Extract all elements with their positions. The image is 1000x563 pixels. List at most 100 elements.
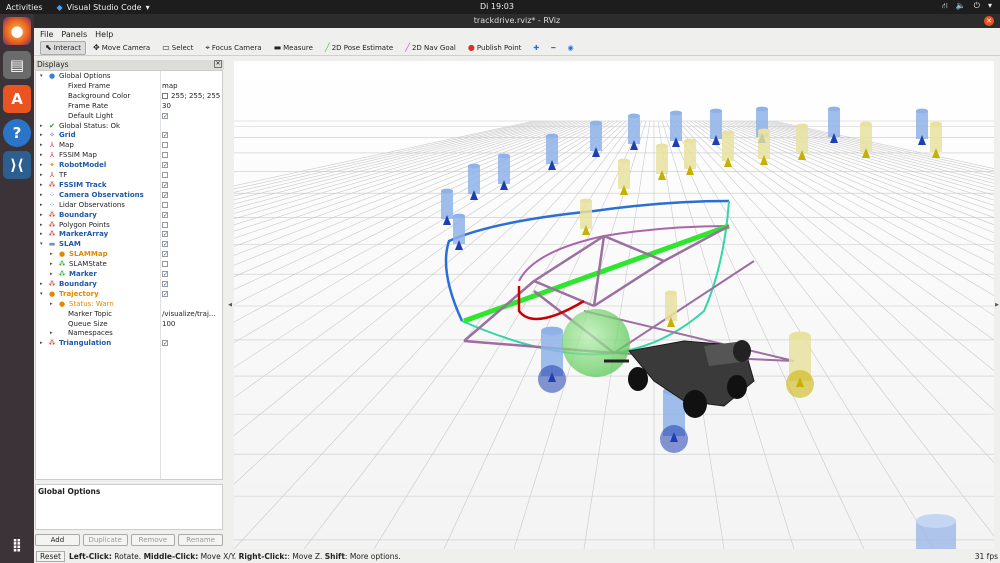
display-row[interactable]: ▸ Namespaces [36,328,222,338]
firefox-icon[interactable]: ● [3,17,31,45]
expand-arrow-icon[interactable]: ▾ [40,71,46,81]
display-row[interactable]: ▾ ▬ SLAM ✓ [36,239,222,249]
vscode-icon[interactable]: ⟩⟨ [3,151,31,179]
expand-arrow-icon[interactable]: ▸ [50,269,56,279]
display-row[interactable]: ▾ ● Trajectory ✓ [36,289,222,299]
color-swatch[interactable] [162,92,168,99]
show-apps-icon[interactable]: ⣿ [3,531,31,559]
display-row[interactable]: ▾ ● Global Options [36,71,222,81]
display-row[interactable]: ▸ ⁂ MarkerArray ✓ [36,229,222,239]
display-row[interactable]: ▸ ⁂ Boundary ✓ [36,210,222,220]
enable-checkbox[interactable]: ✓ [162,191,168,198]
enable-checkbox[interactable]: ✓ [162,181,168,188]
display-row[interactable]: ▸ ● Status: Warn [36,299,222,309]
display-row[interactable]: ▸ ⅄ TF [36,170,222,180]
tool-publish-point[interactable]: ● Publish Point [463,41,527,55]
menu-panels[interactable]: Panels [61,30,87,39]
app-menu[interactable]: ◆ Visual Studio Code ▾ [57,3,150,12]
expand-arrow-icon[interactable]: ▸ [50,299,56,309]
system-tray[interactable]: ⛙ 🔈 ⏻ ▾ [942,1,992,11]
expand-arrow-icon[interactable]: ▸ [40,130,46,140]
enable-checkbox[interactable] [162,152,168,159]
enable-checkbox[interactable] [162,201,168,208]
display-row[interactable]: ▸ ⁂ SLAMState [36,259,222,269]
display-row[interactable]: ▸ ✧ Grid ✓ [36,130,222,140]
enable-checkbox[interactable]: ✓ [162,211,168,218]
files-icon[interactable]: ▤ [3,51,31,79]
reset-button[interactable]: Reset [36,550,65,562]
display-row[interactable]: ▸ ● SLAMMap ✓ [36,249,222,259]
enable-checkbox[interactable]: ✓ [162,271,168,278]
enable-checkbox[interactable]: ✓ [162,162,168,169]
expand-arrow-icon[interactable]: ▸ [40,121,46,131]
tool-focus-camera[interactable]: ⌖ Focus Camera [200,41,266,55]
expand-arrow-icon[interactable]: ▸ [40,170,46,180]
expand-arrow-icon[interactable]: ▸ [40,279,46,289]
expand-arrow-icon[interactable]: ▸ [50,259,56,269]
help-icon[interactable]: ? [3,119,31,147]
display-row[interactable]: ▸ ⁂ Polygon Points [36,220,222,230]
display-row[interactable]: ▸ ⅄ FSSIM Map [36,150,222,160]
enable-checkbox[interactable]: ✓ [162,340,168,347]
enable-checkbox[interactable] [162,221,168,228]
display-row[interactable]: ▸ ⁂ Marker ✓ [36,269,222,279]
tool-interact[interactable]: ⬉ Interact [40,40,87,55]
expand-arrow-icon[interactable]: ▸ [50,328,56,338]
activities-button[interactable]: Activities [6,3,43,12]
tool-move-camera[interactable]: ✥ Move Camera [88,41,155,55]
plus-icon[interactable]: ✚ [528,41,544,55]
clock[interactable]: Di 19:03 [480,2,514,11]
enable-checkbox[interactable]: ✓ [162,241,168,248]
expand-arrow-icon[interactable]: ▾ [40,289,46,299]
left-splitter[interactable]: ◀ [227,61,233,549]
minus-icon[interactable]: ━ [546,41,560,55]
right-splitter[interactable]: ▶ [994,61,1000,549]
expand-arrow-icon[interactable]: ▸ [40,200,46,210]
add-button[interactable]: Add [35,534,80,546]
menu-file[interactable]: File [40,30,53,39]
expand-arrow-icon[interactable]: ▸ [40,160,46,170]
expand-arrow-icon[interactable]: ▸ [50,249,56,259]
expand-arrow-icon[interactable]: ▸ [40,210,46,220]
expand-arrow-icon[interactable]: ▸ [40,180,46,190]
enable-checkbox[interactable]: ✓ [162,280,168,287]
enable-checkbox[interactable]: ✓ [162,251,168,258]
3d-viewport[interactable] [234,61,994,549]
enable-checkbox[interactable]: ✓ [162,290,168,297]
expand-arrow-icon[interactable]: ▸ [40,190,46,200]
expand-arrow-icon[interactable]: ▸ [40,220,46,230]
expand-arrow-icon[interactable]: ▾ [40,239,46,249]
expand-arrow-icon[interactable]: ▸ [40,229,46,239]
displays-tree[interactable]: ▾ ● Global Options Fixed Frame map Background… [35,70,223,480]
expand-arrow-icon[interactable]: ▸ [40,140,46,150]
expand-arrow-icon[interactable]: ▸ [40,338,46,348]
display-row[interactable]: Fixed Frame map [36,81,222,91]
expand-arrow-icon[interactable]: ▸ [40,150,46,160]
display-row[interactable]: Default Light ✓ [36,111,222,121]
software-center-icon[interactable]: A [3,85,31,113]
enable-checkbox[interactable]: ✓ [162,231,168,238]
display-row[interactable]: Marker Topic/visualize/traj... [36,309,222,319]
close-icon[interactable]: ✕ [984,16,994,26]
display-row[interactable]: Queue Size 100 [36,319,222,329]
menu-help[interactable]: Help [95,30,113,39]
tool-select[interactable]: ▭ Select [157,41,198,55]
enable-checkbox[interactable] [162,142,168,149]
display-row[interactable]: Frame Rate 30 [36,101,222,111]
enable-checkbox[interactable]: ✓ [162,112,168,119]
display-row[interactable]: ▸ ⁂ Triangulation ✓ [36,338,222,348]
close-panel-icon[interactable]: ✕ [214,60,222,68]
tool-2d-pose-estimate[interactable]: ╱ 2D Pose Estimate [320,41,398,55]
display-row[interactable]: ▸ ⁘ Camera Observations ✓ [36,190,222,200]
3d-scene[interactable] [234,61,994,549]
tool-measure[interactable]: ▬ Measure [269,41,318,55]
display-row[interactable]: ▸ ⁂ Boundary ✓ [36,279,222,289]
display-row[interactable]: ▸ ⁘ Lidar Observations [36,200,222,210]
display-row[interactable]: ▸ ✔ Global Status: Ok [36,121,222,131]
display-row[interactable]: ▸ ✦ RobotModel ✓ [36,160,222,170]
view-icon[interactable]: ◉ [563,41,579,55]
enable-checkbox[interactable]: ✓ [162,132,168,139]
tool-2d-nav-goal[interactable]: ╱ 2D Nav Goal [400,41,461,55]
display-row[interactable]: Background Color 255; 255; 255 [36,91,222,101]
display-row[interactable]: ▸ ⁂ FSSIM Track ✓ [36,180,222,190]
